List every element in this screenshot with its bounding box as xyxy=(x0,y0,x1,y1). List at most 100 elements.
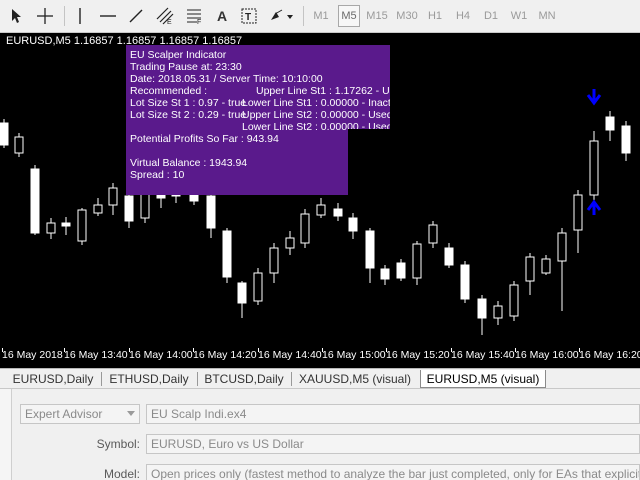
lot-size-st2-text: Lot Size St 2 : 0.29 - true xyxy=(130,109,247,121)
bear-candle xyxy=(333,208,343,217)
recommended-text: Recommended : xyxy=(130,85,208,97)
chevron-down-icon xyxy=(127,411,135,416)
chart-tabs: EURUSD,Daily ETHUSD,Daily BTCUSD,Daily XAUU… xyxy=(0,368,640,388)
timeframe-m5[interactable]: M5 xyxy=(338,5,360,27)
bull-candle xyxy=(428,224,438,244)
fibonacci-channel-icon[interactable]: E xyxy=(154,5,176,27)
time-label: 16 May 13:40 xyxy=(64,349,128,361)
svg-text:T: T xyxy=(245,12,251,23)
bear-candle xyxy=(61,222,71,227)
virtual-balance-text: Virtual Balance : 1943.94 xyxy=(130,157,248,169)
time-label: 16 May 16:00 xyxy=(515,349,579,361)
bull-candle xyxy=(253,272,263,302)
bear-candle xyxy=(30,168,40,234)
arrows-menu-icon[interactable] xyxy=(265,5,297,27)
timeframe-m1[interactable]: M1 xyxy=(310,5,332,27)
chart-tab[interactable]: EURUSD,M5 (visual) xyxy=(420,370,546,388)
bear-candle xyxy=(124,195,134,222)
cursor-icon[interactable] xyxy=(6,5,26,27)
toolbar: E F A T M1 M5 M15 M30 H1 H4 D1 W1 MN xyxy=(0,0,640,33)
svg-text:E: E xyxy=(167,19,172,25)
time-label: 16 May 16:20 xyxy=(579,349,640,361)
chart-tab[interactable]: ETHUSD,Daily xyxy=(106,370,192,388)
symbol-field[interactable]: EURUSD, Euro vs US Dollar xyxy=(146,434,640,454)
timeframe-w1[interactable]: W1 xyxy=(508,5,530,27)
time-label: 16 May 14:40 xyxy=(258,349,322,361)
bull-candle xyxy=(316,204,326,216)
model-field[interactable]: Open prices only (fastest method to anal… xyxy=(146,464,640,480)
text-tool-icon[interactable]: A xyxy=(212,5,232,27)
chart-tab[interactable]: EURUSD,Daily xyxy=(10,370,96,388)
strategy-tester-panel: Expert Advisor EU Scalp Indi.ex4 Symbol:… xyxy=(0,388,640,480)
expert-file-field[interactable]: EU Scalp Indi.ex4 xyxy=(146,404,640,424)
tab-separator xyxy=(101,372,102,386)
bull-candle xyxy=(412,243,422,279)
bear-candle xyxy=(621,125,631,154)
timeframe-d1[interactable]: D1 xyxy=(480,5,502,27)
crosshair-icon[interactable] xyxy=(33,5,57,27)
bear-candle xyxy=(222,230,232,278)
bull-candle xyxy=(589,140,599,196)
bear-candle xyxy=(0,122,9,146)
lot-size-st1-text: Lot Size St 1 : 0.97 - true xyxy=(130,97,247,109)
bull-candle xyxy=(108,187,118,206)
svg-text:F: F xyxy=(197,19,201,25)
time-label: 16 May 15:20 xyxy=(386,349,450,361)
timeframe-mn[interactable]: MN xyxy=(536,5,558,27)
bear-candle xyxy=(206,195,216,229)
bull-candle xyxy=(285,237,295,249)
terminal-window: E F A T M1 M5 M15 M30 H1 H4 D1 W1 MN EURUSD,M5 1… xyxy=(0,0,640,480)
bull-candle xyxy=(557,232,567,262)
bear-candle xyxy=(396,262,406,279)
bear-candle xyxy=(605,116,615,131)
bull-candle xyxy=(573,194,583,231)
horizontal-line-icon[interactable] xyxy=(98,5,118,27)
bear-candle xyxy=(460,264,470,300)
panel-title: EU Scalper Indicator xyxy=(130,49,227,61)
bear-candle xyxy=(444,247,454,266)
spread-text: Spread : 10 xyxy=(130,169,185,181)
bear-candle xyxy=(477,298,487,319)
price-chart[interactable]: EURUSD,M5 1.16857 1.16857 1.16857 1.1685… xyxy=(0,33,640,368)
time-label: 16 May 14:20 xyxy=(193,349,257,361)
time-axis: 16 May 2018 16 May 13:40 16 May 14:00 16 Ma… xyxy=(0,348,640,368)
fibonacci-retracement-icon[interactable]: F xyxy=(183,5,205,27)
chart-tab[interactable]: BTCUSD,Daily xyxy=(202,370,286,388)
vertical-line-icon[interactable] xyxy=(70,5,90,27)
time-label: 16 May 14:00 xyxy=(129,349,193,361)
upper-line-st2-text: Upper Line St2 : 0.00000 - Used xyxy=(242,109,393,121)
tester-type-value: Expert Advisor xyxy=(25,407,103,421)
timeframe-m15[interactable]: M15 xyxy=(364,5,390,27)
sell-arrow-icon xyxy=(586,89,602,106)
bull-candle xyxy=(525,256,535,282)
lower-line-st1-text: Lower Line St1 : 0.00000 - Inactive xyxy=(242,97,405,109)
bear-candle xyxy=(380,268,390,280)
bull-candle xyxy=(493,305,503,319)
timeframe-h4[interactable]: H4 xyxy=(452,5,474,27)
bull-candle xyxy=(14,136,24,154)
upper-line-st1-text: Upper Line St1 : 1.17262 - Used xyxy=(256,85,407,97)
bull-candle xyxy=(300,213,310,244)
bear-candle xyxy=(348,217,358,232)
bull-candle xyxy=(77,209,87,242)
potential-profits-text: Potential Profits So Far : 943.94 xyxy=(130,133,279,145)
chart-tab[interactable]: XAUUSD,M5 (visual) xyxy=(296,370,414,388)
bear-candle xyxy=(365,230,375,269)
time-label: 16 May 15:00 xyxy=(322,349,386,361)
trendline-icon[interactable] xyxy=(126,5,146,27)
symbol-label: Symbol: xyxy=(96,437,140,451)
tab-separator xyxy=(291,372,292,386)
buy-arrow-icon xyxy=(586,199,602,215)
date-server-time-text: Date: 2018.05.31 / Server Time: 10:10:00 xyxy=(130,73,323,85)
bull-candle xyxy=(269,247,279,274)
timeframe-h1[interactable]: H1 xyxy=(424,5,446,27)
text-label-icon[interactable]: T xyxy=(239,5,259,27)
trading-pause-text: Trading Pause at: 23:30 xyxy=(130,61,242,73)
bear-candle xyxy=(237,282,247,304)
tester-type-select[interactable]: Expert Advisor xyxy=(20,404,140,424)
bull-candle xyxy=(541,258,551,274)
tab-separator xyxy=(197,372,198,386)
model-label: Model: xyxy=(103,467,140,480)
timeframe-m30[interactable]: M30 xyxy=(394,5,420,27)
time-label: 16 May 2018 xyxy=(2,349,63,361)
